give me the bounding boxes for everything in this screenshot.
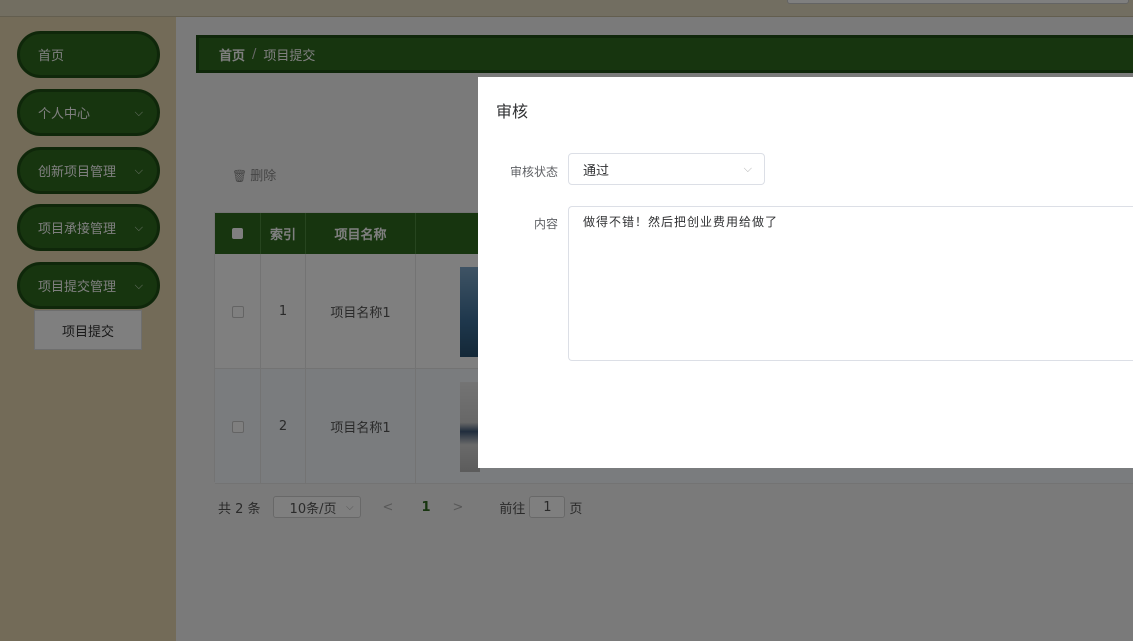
status-select[interactable]: 通过 ⌵: [568, 153, 765, 185]
review-dialog: 审核 审核状态 通过 ⌵ 内容 做得不错！然后把创业费用给做了: [478, 77, 1133, 468]
content-label: 内容: [533, 217, 558, 231]
status-label: 审核状态: [509, 165, 558, 179]
status-select-value: 通过: [583, 163, 610, 179]
chevron-down-icon: ⌵: [743, 162, 752, 175]
dialog-title: 审核: [496, 102, 529, 121]
content-textarea[interactable]: 做得不错！然后把创业费用给做了: [568, 206, 1133, 361]
